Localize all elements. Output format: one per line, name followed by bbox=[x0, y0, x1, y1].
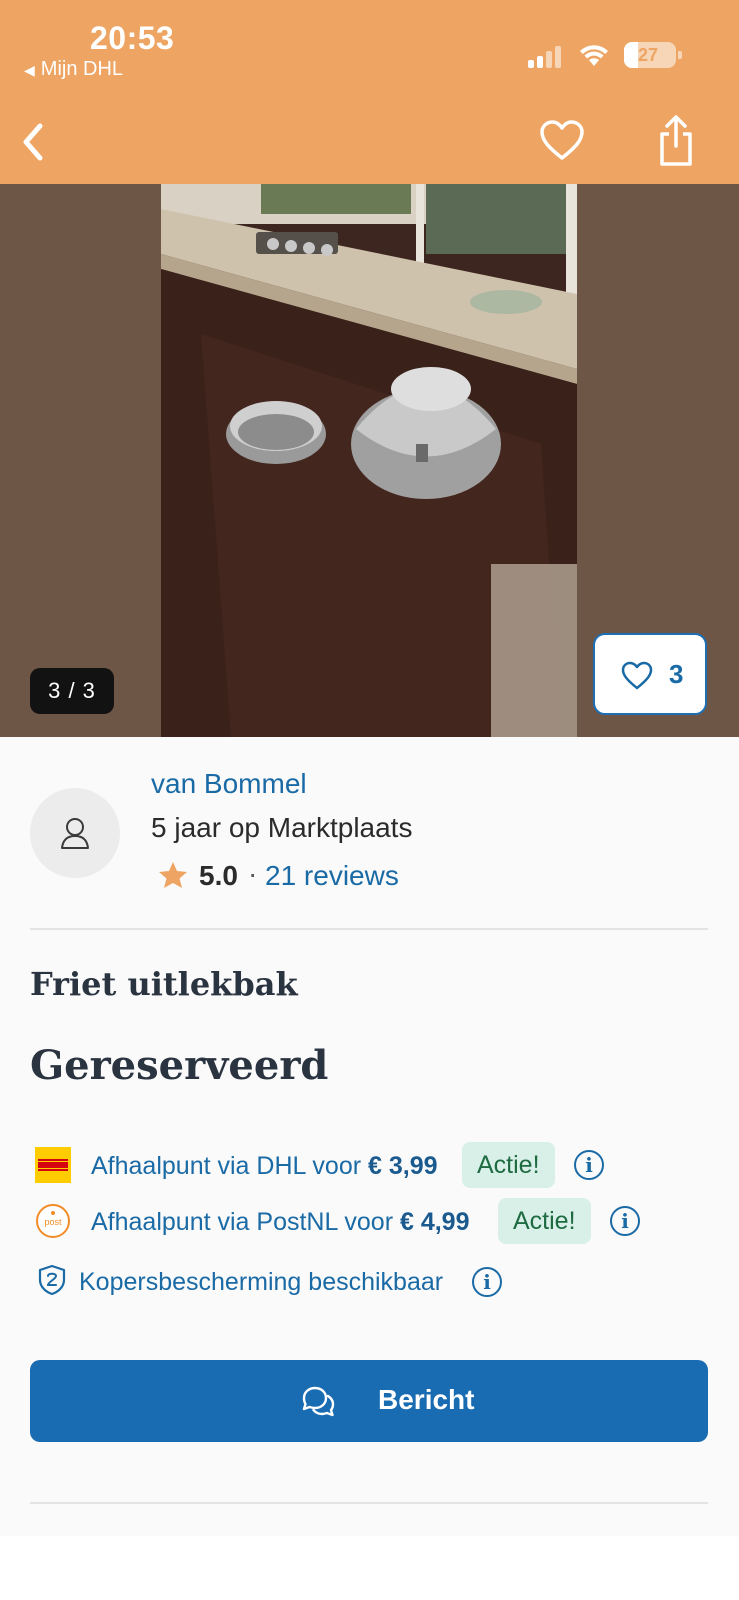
user-icon bbox=[61, 818, 89, 849]
status-time: 20:53 bbox=[90, 20, 175, 56]
favorite-count: 3 bbox=[669, 659, 684, 689]
header-bar: 20:53 ◀ Mijn DHL 27 bbox=[0, 0, 739, 184]
promo-badge: Actie! bbox=[498, 1198, 591, 1244]
buyer-protection-row[interactable]: Kopersbescherming beschikbaar i bbox=[0, 1262, 739, 1302]
shipping-text-dhl: Afhaalpunt via DHL voor € 3,99 bbox=[91, 1152, 438, 1181]
share-icon[interactable] bbox=[656, 114, 696, 168]
shipping-option-postnl[interactable]: post Afhaalpunt via PostNL voor € 4,99 A… bbox=[0, 1198, 739, 1248]
back-to-app-link[interactable]: ◀ Mijn DHL bbox=[24, 58, 123, 81]
photo-counter: 3 / 3 bbox=[30, 668, 114, 714]
shipping-label: Afhaalpunt via DHL voor bbox=[91, 1152, 369, 1180]
divider bbox=[30, 1502, 708, 1504]
photo-gallery[interactable]: 3 / 3 3 bbox=[0, 184, 739, 737]
bottom-area bbox=[0, 1536, 739, 1600]
heart-outline-icon bbox=[621, 661, 653, 690]
chat-icon bbox=[302, 1386, 335, 1417]
shipping-option-dhl[interactable]: Afhaalpunt via DHL voor € 3,99 Actie! i bbox=[0, 1142, 739, 1192]
promo-badge: Actie! bbox=[462, 1142, 555, 1188]
back-app-label: Mijn DHL bbox=[40, 58, 124, 80]
star-icon bbox=[159, 862, 187, 888]
dhl-logo-icon bbox=[35, 1147, 71, 1183]
svg-text:post: post bbox=[44, 1217, 62, 1227]
listing-status: Gereserveerd bbox=[30, 1042, 329, 1089]
message-button[interactable]: Bericht bbox=[30, 1360, 708, 1442]
shield-icon bbox=[38, 1264, 66, 1296]
rating-value: 5.0 bbox=[199, 860, 238, 891]
wifi-icon bbox=[580, 45, 608, 66]
listing-title: Friet uitlekbak bbox=[30, 965, 298, 1003]
divider bbox=[30, 928, 708, 930]
shipping-price: € 4,99 bbox=[399, 1208, 470, 1236]
seller-years: 5 jaar op Marktplaats bbox=[151, 812, 413, 843]
shipping-price: € 3,99 bbox=[368, 1152, 438, 1180]
info-icon[interactable]: i bbox=[610, 1206, 640, 1236]
signal-icon bbox=[528, 46, 564, 68]
listing-screen: 20:53 ◀ Mijn DHL 27 3 / 3 3 van Bommel 5… bbox=[0, 0, 739, 1600]
avatar[interactable] bbox=[30, 788, 120, 878]
seller-name-link[interactable]: van Bommel bbox=[151, 768, 307, 800]
battery-level: 27 bbox=[637, 45, 659, 65]
rating-separator: · bbox=[248, 858, 258, 889]
info-icon[interactable]: i bbox=[574, 1150, 604, 1180]
reviews-link[interactable]: 21 reviews bbox=[265, 860, 399, 892]
info-icon[interactable]: i bbox=[472, 1267, 502, 1297]
buyer-protection-label: Kopersbescherming beschikbaar bbox=[79, 1268, 444, 1296]
message-button-label: Bericht bbox=[378, 1384, 475, 1415]
back-triangle-icon: ◀ bbox=[24, 62, 35, 78]
battery-icon: 27 bbox=[624, 42, 682, 68]
shipping-text-postnl: Afhaalpunt via PostNL voor € 4,99 bbox=[91, 1208, 470, 1237]
heart-outline-icon[interactable] bbox=[538, 118, 586, 164]
chevron-left-icon[interactable] bbox=[14, 118, 54, 166]
listing-photo[interactable] bbox=[161, 184, 577, 737]
postnl-logo-icon: post bbox=[36, 1204, 70, 1238]
favorite-count-button[interactable]: 3 bbox=[593, 633, 707, 715]
shipping-label: Afhaalpunt via PostNL voor bbox=[91, 1208, 400, 1236]
